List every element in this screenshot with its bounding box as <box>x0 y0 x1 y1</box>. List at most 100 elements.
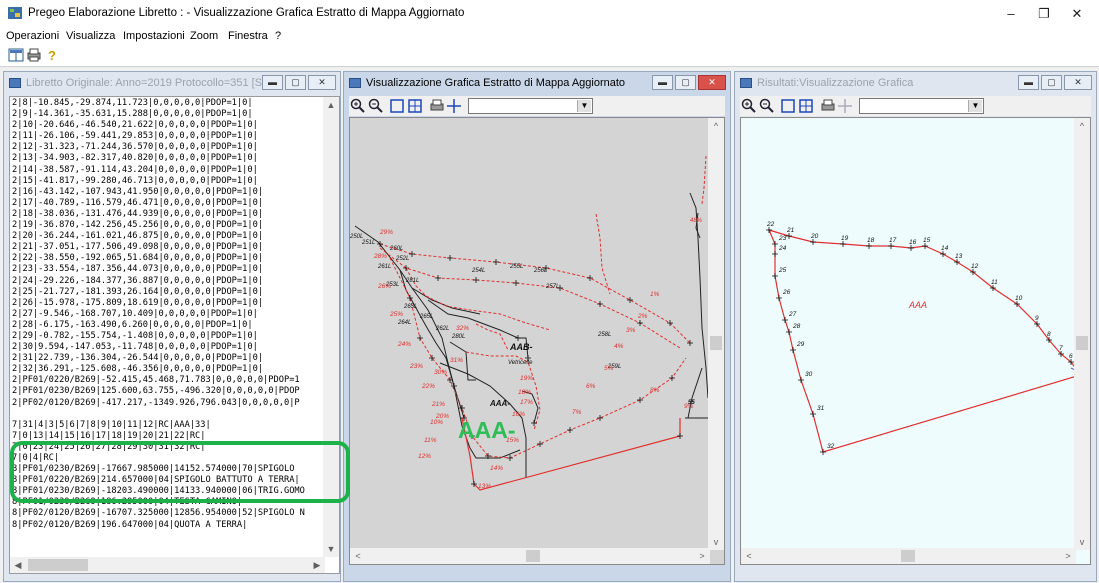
zoom-in-icon[interactable] <box>741 98 757 114</box>
scroll-right-icon[interactable]: > <box>694 548 710 564</box>
maximize-button[interactable]: ❐ <box>1030 4 1058 24</box>
red-point-label: 22% <box>421 383 435 390</box>
chevron-down-icon[interactable]: ▼ <box>968 100 982 112</box>
libretto-line: 2|14|-38.587,-91.114,43.204|0,0,0,0,0|PD… <box>12 164 258 175</box>
aab-label: AAB- <box>509 342 533 352</box>
libretto-line: 2|18|-38.036,-131.476,44.939|0,0,0,0,0|P… <box>12 208 264 219</box>
crosshair-icon[interactable] <box>837 98 853 114</box>
risultati-canvas[interactable]: 2221201918171615141312111098765232425262… <box>740 117 1091 565</box>
survey-point <box>597 415 603 421</box>
estratto-maximize-button[interactable]: ▢ <box>675 75 696 90</box>
red-point-label: 31% <box>450 357 463 364</box>
libretto-line: 2|10|-20.646,-46.540,21.622|0,0,0,0,0|PD… <box>12 120 258 131</box>
estratto-select[interactable]: ▼ <box>468 98 593 114</box>
menu-impostazioni[interactable]: Impostazioni <box>123 30 185 42</box>
scroll-left-icon[interactable]: < <box>350 548 366 564</box>
estratto-vscrollbar[interactable]: ^ v <box>708 118 724 550</box>
zoom-out-icon[interactable] <box>368 98 384 114</box>
survey-point <box>587 275 593 281</box>
menu-help[interactable]: ? <box>275 30 281 42</box>
survey-point <box>473 277 479 283</box>
scroll-down-icon[interactable]: v <box>1074 534 1090 550</box>
survey-point <box>667 320 673 326</box>
libretto-hscroll-thumb[interactable] <box>28 559 88 571</box>
libretto-titlebar[interactable]: Libretto Originale: Anno=2019 Protocollo… <box>4 72 340 94</box>
parcel-55-label: 55 <box>688 400 695 406</box>
risultati-close-button[interactable]: ✕ <box>1064 75 1092 90</box>
risultati-select[interactable]: ▼ <box>859 98 984 114</box>
libretto-line: 2|PF02/0120/B269|-417.217,-1349.926,796.… <box>12 397 300 408</box>
zoom-extents-icon[interactable] <box>798 98 814 114</box>
zoom-in-icon[interactable] <box>350 98 366 114</box>
menu-visualizza[interactable]: Visualizza <box>66 30 115 42</box>
risultati-maximize-button[interactable]: ▢ <box>1041 75 1062 90</box>
red-point-label: 32% <box>456 325 469 332</box>
result-point <box>772 241 778 247</box>
estratto-title: Visualizzazione Grafica Estratto di Mapp… <box>366 77 626 89</box>
survey-point <box>597 301 603 307</box>
red-dashed-line <box>701 155 707 205</box>
estratto-vscroll-thumb[interactable] <box>710 336 722 350</box>
survey-point <box>637 397 643 403</box>
result-point-label: 32 <box>827 443 835 450</box>
risultati-vscroll-thumb[interactable] <box>1076 336 1088 350</box>
minimize-button[interactable]: – <box>997 4 1025 24</box>
scroll-up-icon[interactable]: ^ <box>708 118 724 134</box>
crosshair-icon[interactable] <box>446 98 462 114</box>
estratto-minimize-button[interactable]: ▬ <box>652 75 673 90</box>
menu-zoom[interactable]: Zoom <box>190 30 218 42</box>
scroll-right-icon[interactable]: ▶ <box>309 557 325 573</box>
svg-text:?: ? <box>48 48 56 63</box>
close-button[interactable]: ✕ <box>1063 4 1091 24</box>
libretto-line: 2|22|-38.550,-192.065,51.684|0,0,0,0,0|P… <box>12 253 264 264</box>
risultati-hscroll-thumb[interactable] <box>901 550 915 562</box>
libretto-close-button[interactable]: ✕ <box>308 75 336 90</box>
risultati-minimize-button[interactable]: ▬ <box>1018 75 1039 90</box>
survey-point <box>677 433 683 439</box>
survey-point <box>507 455 513 461</box>
parcel-label: 254L <box>471 268 485 274</box>
estratto-hscrollbar[interactable]: < > <box>350 548 710 564</box>
parcel-label: 257L <box>545 284 559 290</box>
libretto-line: 2|15|-41.817,-99.280,46.713|0,0,0,0,0|PD… <box>12 175 258 186</box>
parcel-line <box>687 367 703 419</box>
scroll-left-icon[interactable]: < <box>741 548 757 564</box>
survey-point <box>435 275 441 281</box>
scroll-left-icon[interactable]: ◀ <box>10 557 26 573</box>
estratto-map-canvas[interactable]: 250L 251L 252L 253L 254L 255L 256L 257L 258L 259L… <box>349 117 725 565</box>
help-icon[interactable]: ? <box>44 47 60 63</box>
chevron-down-icon[interactable]: ▼ <box>577 100 591 112</box>
estratto-close-button[interactable]: ✕ <box>698 75 726 90</box>
scroll-down-icon[interactable]: ▼ <box>323 541 339 557</box>
risultati-hscrollbar[interactable]: < > <box>741 548 1076 564</box>
scroll-up-icon[interactable]: ^ <box>1074 118 1090 134</box>
estratto-titlebar[interactable]: Visualizzazione Grafica Estratto di Mapp… <box>344 72 730 94</box>
libretto-line: 2|19|-36.870,-142.256,45.256|0,0,0,0,0|P… <box>12 220 264 231</box>
result-point <box>798 377 804 383</box>
libretto-line: 2|PF01/0230/B269|125.600,63.755,-496.320… <box>12 386 300 397</box>
tile-windows-icon[interactable] <box>8 47 24 63</box>
libretto-line: 2|29|-0.782,-155.754,-1.408|0,0,0,0,0|PD… <box>12 330 258 341</box>
scroll-down-icon[interactable]: v <box>708 534 724 550</box>
red-point-label: 29% <box>379 229 393 236</box>
libretto-hscrollbar[interactable]: ◀ ▶ <box>10 557 325 573</box>
zoom-window-icon[interactable] <box>389 98 405 114</box>
libretto-minimize-button[interactable]: ▬ <box>262 75 283 90</box>
zoom-window-icon[interactable] <box>780 98 796 114</box>
parcel-label: 280L <box>451 334 465 340</box>
zoom-out-icon[interactable] <box>759 98 775 114</box>
risultati-titlebar[interactable]: Risultati:Visualizzazione Grafica ▬ ▢ ✕ <box>735 72 1096 94</box>
scroll-up-icon[interactable]: ▲ <box>323 97 339 113</box>
risultati-vscrollbar[interactable]: ^ v <box>1074 118 1090 550</box>
red-point-label: 4% <box>614 343 624 350</box>
print-icon[interactable] <box>26 47 42 63</box>
estratto-hscroll-thumb[interactable] <box>526 550 540 562</box>
window-icon <box>349 78 361 88</box>
print-icon[interactable] <box>820 98 836 114</box>
scroll-right-icon[interactable]: > <box>1060 548 1076 564</box>
libretto-maximize-button[interactable]: ▢ <box>285 75 306 90</box>
zoom-extents-icon[interactable] <box>407 98 423 114</box>
menu-operazioni[interactable]: Operazioni <box>6 30 59 42</box>
menu-finestra[interactable]: Finestra <box>228 30 268 42</box>
print-icon[interactable] <box>429 98 445 114</box>
